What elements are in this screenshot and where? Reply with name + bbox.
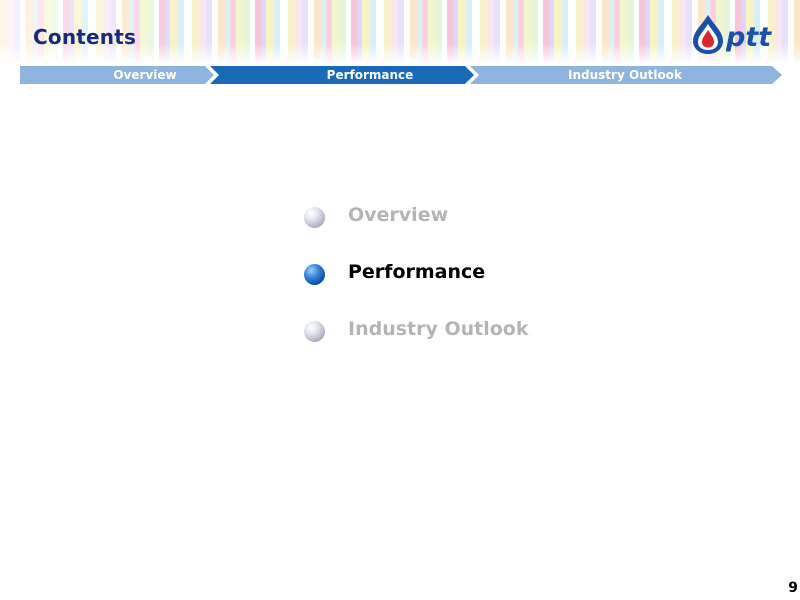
bullet-icon-active <box>304 264 325 285</box>
toc-item-label: Industry Outlook <box>348 318 529 340</box>
ptt-logo-text: ptt <box>725 22 772 53</box>
page-number: 9 <box>788 580 798 596</box>
toc-item-label: Performance <box>348 261 486 283</box>
section-navigation-bar: Overview Performance Industry Outlook <box>20 66 782 84</box>
nav-item-performance[interactable]: Performance <box>245 66 495 84</box>
ptt-logo: ptt <box>693 15 772 54</box>
nav-item-overview[interactable]: Overview <box>20 66 270 84</box>
toc-item-label: Overview <box>348 204 449 226</box>
page-title: Contents <box>33 25 137 49</box>
nav-item-industry-outlook[interactable]: Industry Outlook <box>500 66 750 84</box>
bullet-icon <box>304 207 325 228</box>
bullet-icon <box>304 321 325 342</box>
